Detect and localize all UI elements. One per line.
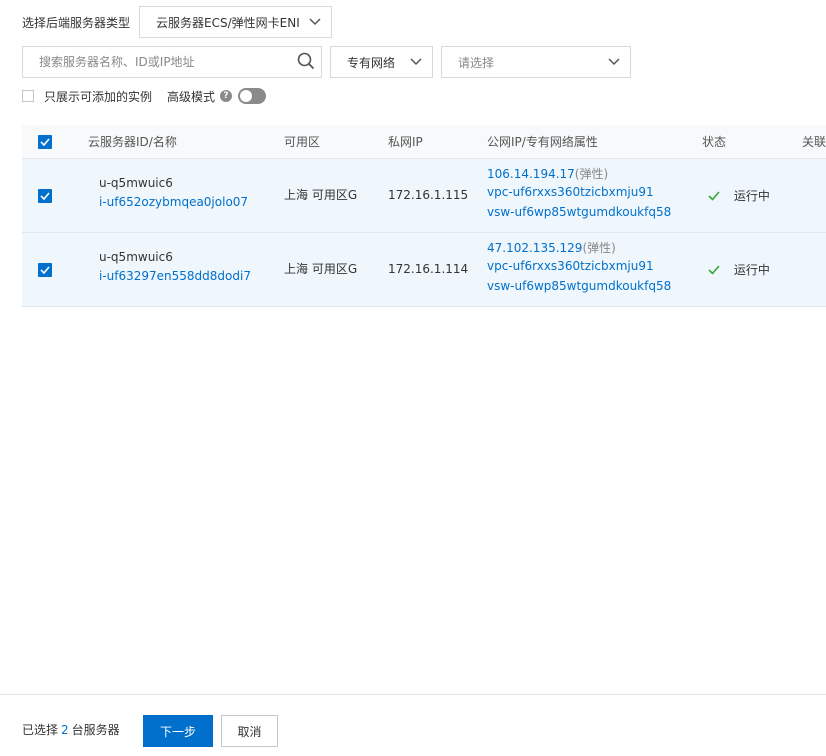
check-icon	[40, 138, 50, 146]
only-addable-label[interactable]: 只展示可添加的实例	[44, 88, 152, 105]
selected-prefix: 已选择	[22, 723, 59, 737]
status-text: 运行中	[733, 263, 770, 277]
check-icon	[40, 192, 50, 200]
check-icon	[708, 265, 720, 275]
chevron-down-icon	[309, 15, 321, 29]
vpc-select[interactable]: 请选择	[441, 46, 631, 78]
selected-count: 2	[61, 723, 69, 737]
chevron-down-icon	[410, 55, 422, 69]
advanced-mode-toggle[interactable]	[238, 88, 267, 104]
table-header: 云服务器ID/名称 可用区 私网IP 公网IP/专有网络属性 状态 关联	[22, 125, 826, 159]
help-icon[interactable]: ?	[220, 90, 233, 102]
status-cell: 运行中	[708, 187, 770, 204]
search-box	[22, 46, 322, 78]
column-header-id: 云服务器ID/名称	[88, 135, 177, 149]
instance-name: u-q5mwuic6	[99, 250, 173, 264]
public-ip-tag: (弹性)	[582, 241, 616, 255]
public-ip-tag: (弹性)	[574, 167, 609, 181]
row-checkbox[interactable]	[38, 263, 52, 277]
zone: 上海 可用区G	[284, 188, 358, 202]
selected-suffix: 台服务器	[71, 723, 120, 737]
server-type-value: 云服务器ECS/弹性网卡ENI	[156, 15, 300, 30]
public-ip-cell: 106.14.194.17(弹性)	[487, 165, 608, 182]
column-header-related: 关联	[802, 135, 826, 149]
vpc-link[interactable]: vpc-uf6rxxs360tzicbxmju91	[487, 259, 654, 273]
status-text: 运行中	[733, 189, 770, 203]
row-checkbox[interactable]	[38, 189, 52, 203]
server-type-label: 选择后端服务器类型	[22, 15, 131, 30]
column-header-zone: 可用区	[284, 135, 321, 149]
public-ip-cell: 47.102.135.129(弹性)	[487, 239, 616, 256]
network-type-value: 专有网络	[347, 55, 396, 70]
search-input[interactable]	[39, 55, 279, 69]
column-header-public-ip: 公网IP/专有网络属性	[487, 135, 598, 149]
vswitch-link[interactable]: vsw-uf6wp85wtgumdkoukfq58	[487, 279, 671, 293]
search-icon[interactable]	[297, 52, 315, 73]
vswitch-link[interactable]: vsw-uf6wp85wtgumdkoukfq58	[487, 205, 671, 219]
check-icon	[708, 191, 720, 201]
server-type-select[interactable]: 云服务器ECS/弹性网卡ENI	[139, 6, 333, 38]
select-all-checkbox[interactable]	[38, 135, 52, 149]
private-ip: 172.16.1.114	[388, 262, 469, 276]
only-addable-checkbox[interactable]	[22, 90, 34, 102]
column-header-status: 状态	[702, 135, 727, 149]
instance-name: u-q5mwuic6	[99, 176, 173, 190]
column-header-private-ip: 私网IP	[388, 135, 423, 149]
public-ip-link[interactable]: 47.102.135.129	[487, 241, 582, 255]
instance-table: 云服务器ID/名称 可用区 私网IP 公网IP/专有网络属性 状态 关联 u-q…	[22, 125, 826, 307]
public-ip-link[interactable]: 106.14.194.17	[487, 167, 575, 181]
options-row: 只展示可添加的实例 高级模式 ?	[22, 86, 267, 106]
next-step-button[interactable]: 下一步	[143, 715, 213, 747]
chevron-down-icon	[608, 55, 620, 69]
vpc-link[interactable]: vpc-uf6rxxs360tzicbxmju91	[487, 185, 654, 199]
status-cell: 运行中	[708, 261, 770, 278]
zone: 上海 可用区G	[284, 262, 358, 276]
vpc-select-placeholder: 请选择	[458, 55, 495, 70]
private-ip: 172.16.1.115	[388, 188, 469, 202]
instance-id-link[interactable]: i-uf652ozybmqea0jolo07	[99, 195, 248, 209]
check-icon	[40, 266, 50, 274]
server-type-row: 选择后端服务器类型 云服务器ECS/弹性网卡ENI	[22, 6, 333, 38]
advanced-mode-label: 高级模式	[167, 89, 216, 104]
table-row[interactable]: u-q5mwuic6 i-uf63297en558dd8dodi7 上海 可用区…	[22, 233, 826, 307]
footer-bar: 已选择 2 台服务器 下一步 取消	[0, 694, 826, 756]
network-type-select[interactable]: 专有网络	[330, 46, 433, 78]
instance-id-link[interactable]: i-uf63297en558dd8dodi7	[99, 269, 251, 283]
cancel-button[interactable]: 取消	[221, 715, 278, 747]
table-row[interactable]: u-q5mwuic6 i-uf652ozybmqea0jolo07 上海 可用区…	[22, 159, 826, 233]
selected-summary: 已选择 2 台服务器	[22, 721, 120, 738]
